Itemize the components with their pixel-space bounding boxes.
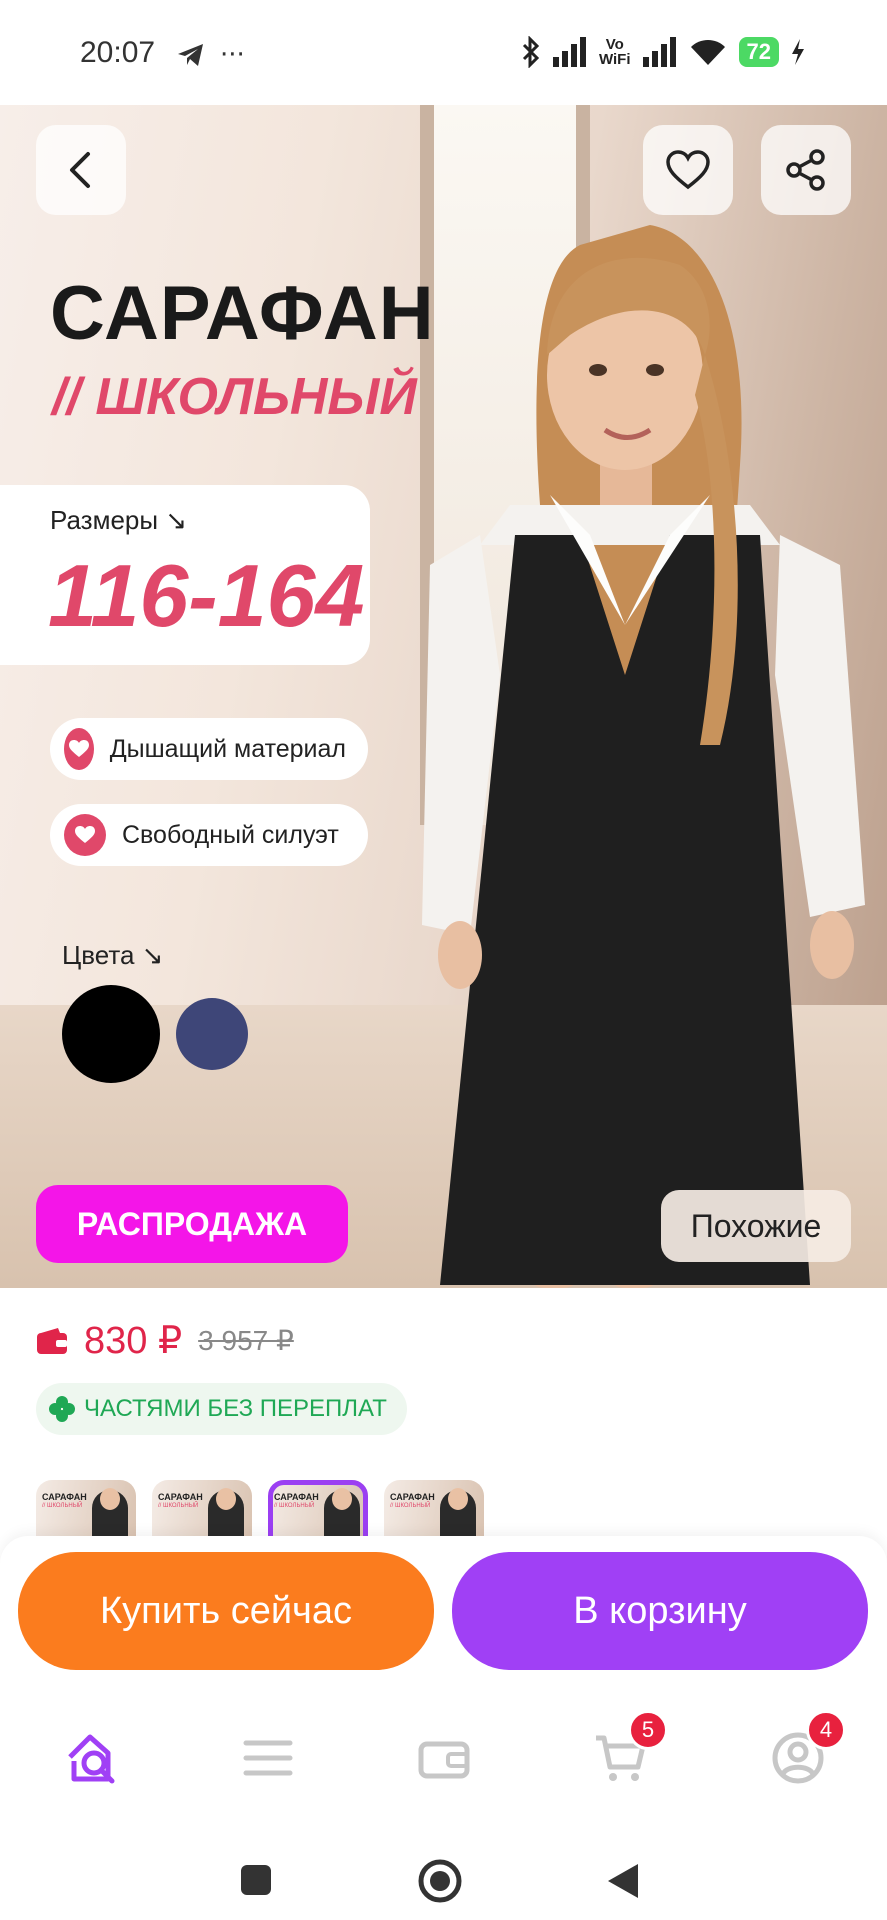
back-button[interactable] bbox=[36, 125, 126, 215]
favorite-button[interactable] bbox=[643, 125, 733, 215]
thumbnail[interactable]: САРАФАН // ШКОЛЬНЫЙ bbox=[152, 1480, 252, 1536]
share-button[interactable] bbox=[761, 125, 851, 215]
telegram-icon bbox=[178, 44, 203, 66]
color-swatch-navy bbox=[176, 998, 248, 1070]
wallet-icon bbox=[37, 1327, 67, 1354]
thumbnail-subtitle: // ШКОЛЬНЫЙ bbox=[390, 1503, 431, 1509]
status-bar: 20:07 ··· Vo WiFi 72 bbox=[0, 0, 887, 105]
battery-indicator: 72 bbox=[738, 37, 779, 67]
thumbnail-title: САРАФАН bbox=[390, 1492, 435, 1502]
sale-badge: РАСПРОДАЖА bbox=[36, 1185, 348, 1263]
wallet-icon bbox=[418, 1741, 470, 1779]
feature-pill: Дышащий материал bbox=[50, 718, 368, 780]
clover-icon bbox=[49, 1396, 75, 1422]
thumbnail[interactable]: САРАФАН // ШКОЛЬНЫЙ bbox=[384, 1480, 484, 1536]
promo-subtitle: // ШКОЛЬНЫЙ bbox=[52, 368, 417, 426]
bluetooth-icon bbox=[522, 36, 540, 68]
thumbnail-face bbox=[332, 1488, 352, 1510]
thumbnail-title: САРАФАН bbox=[274, 1492, 319, 1502]
vowifi-icon: Vo WiFi bbox=[598, 36, 631, 68]
recents-icon[interactable] bbox=[240, 1864, 272, 1896]
similar-button[interactable]: Похожие bbox=[661, 1190, 851, 1262]
product-hero-image[interactable]: САРАФАН // ШКОЛЬНЫЙ Размеры ↘ 116-164 Ды… bbox=[0, 105, 887, 1288]
thumbnail-active[interactable]: САРАФАН // ШКОЛЬНЫЙ bbox=[268, 1480, 368, 1536]
feature-pill: Свободный силуэт bbox=[50, 804, 368, 866]
home-search-icon bbox=[68, 1734, 115, 1784]
nav-profile[interactable]: 4 bbox=[766, 1710, 846, 1788]
nav-wallet[interactable] bbox=[412, 1728, 476, 1788]
price-current: 830 ₽ bbox=[84, 1320, 183, 1362]
status-time: 20:07 bbox=[80, 36, 156, 69]
system-navigation-bar bbox=[0, 1826, 887, 1920]
thumbnail-subtitle: // ШКОЛЬНЫЙ bbox=[42, 1503, 83, 1509]
nav-catalog[interactable] bbox=[236, 1728, 300, 1788]
installment-text: ЧАСТЯМИ БЕЗ ПЕРЕПЛАТ bbox=[84, 1395, 387, 1422]
sizes-label: Размеры ↘ bbox=[50, 505, 188, 535]
bottom-nav: 5 4 bbox=[0, 1676, 887, 1826]
status-right-icons: Vo WiFi 72 bbox=[521, 36, 805, 68]
thumbnail-title: САРАФАН bbox=[42, 1492, 87, 1502]
heart-icon bbox=[64, 814, 106, 856]
status-left-icons: ··· bbox=[176, 40, 245, 70]
back-nav-icon[interactable] bbox=[606, 1862, 640, 1900]
price-row: 830 ₽ 3 957 ₽ bbox=[36, 1318, 294, 1363]
share-icon bbox=[786, 149, 825, 191]
more-notifications-icon: ··· bbox=[220, 40, 245, 70]
chevron-left-icon bbox=[70, 152, 90, 188]
feature-text: Дышащий материал bbox=[109, 734, 346, 763]
installment-badge[interactable]: ЧАСТЯМИ БЕЗ ПЕРЕПЛАТ bbox=[36, 1383, 407, 1435]
color-swatch-black bbox=[62, 985, 160, 1083]
add-to-cart-button[interactable]: В корзину bbox=[452, 1552, 868, 1670]
home-icon[interactable] bbox=[418, 1859, 462, 1903]
thumbnail-face bbox=[448, 1488, 468, 1510]
profile-badge: 4 bbox=[806, 1710, 846, 1750]
thumbnail-title: САРАФАН bbox=[158, 1492, 203, 1502]
cart-badge: 5 bbox=[628, 1710, 668, 1750]
menu-icon bbox=[243, 1740, 293, 1776]
model-photo bbox=[422, 225, 865, 1288]
nav-cart[interactable]: 5 bbox=[588, 1710, 668, 1788]
colors-label: Цвета ↘ bbox=[62, 940, 164, 970]
thumbnail-face bbox=[100, 1488, 120, 1510]
nav-home[interactable] bbox=[60, 1728, 124, 1788]
feature-text: Свободный силуэт bbox=[122, 820, 339, 849]
thumbnail-subtitle: // ШКОЛЬНЫЙ bbox=[274, 1503, 315, 1509]
thumbnail[interactable]: САРАФАН // ШКОЛЬНЫЙ bbox=[36, 1480, 136, 1536]
price-old: 3 957 ₽ bbox=[198, 1325, 294, 1356]
promo-title: САРАФАН bbox=[50, 271, 435, 356]
signal-icon bbox=[552, 37, 586, 67]
thumbnail-face bbox=[216, 1488, 236, 1510]
sizes-value: 116-164 bbox=[48, 546, 365, 645]
heart-outline-icon bbox=[666, 150, 710, 190]
buy-now-button[interactable]: Купить сейчас bbox=[18, 1552, 434, 1670]
wifi-icon bbox=[690, 39, 725, 65]
charging-icon bbox=[792, 39, 804, 65]
signal-2-icon bbox=[642, 37, 676, 67]
thumbnail-subtitle: // ШКОЛЬНЫЙ bbox=[158, 1503, 199, 1509]
heart-icon bbox=[64, 728, 94, 770]
image-thumbnails: САРАФАН // ШКОЛЬНЫЙ САРАФАН // ШКОЛЬНЫЙ … bbox=[36, 1480, 484, 1536]
